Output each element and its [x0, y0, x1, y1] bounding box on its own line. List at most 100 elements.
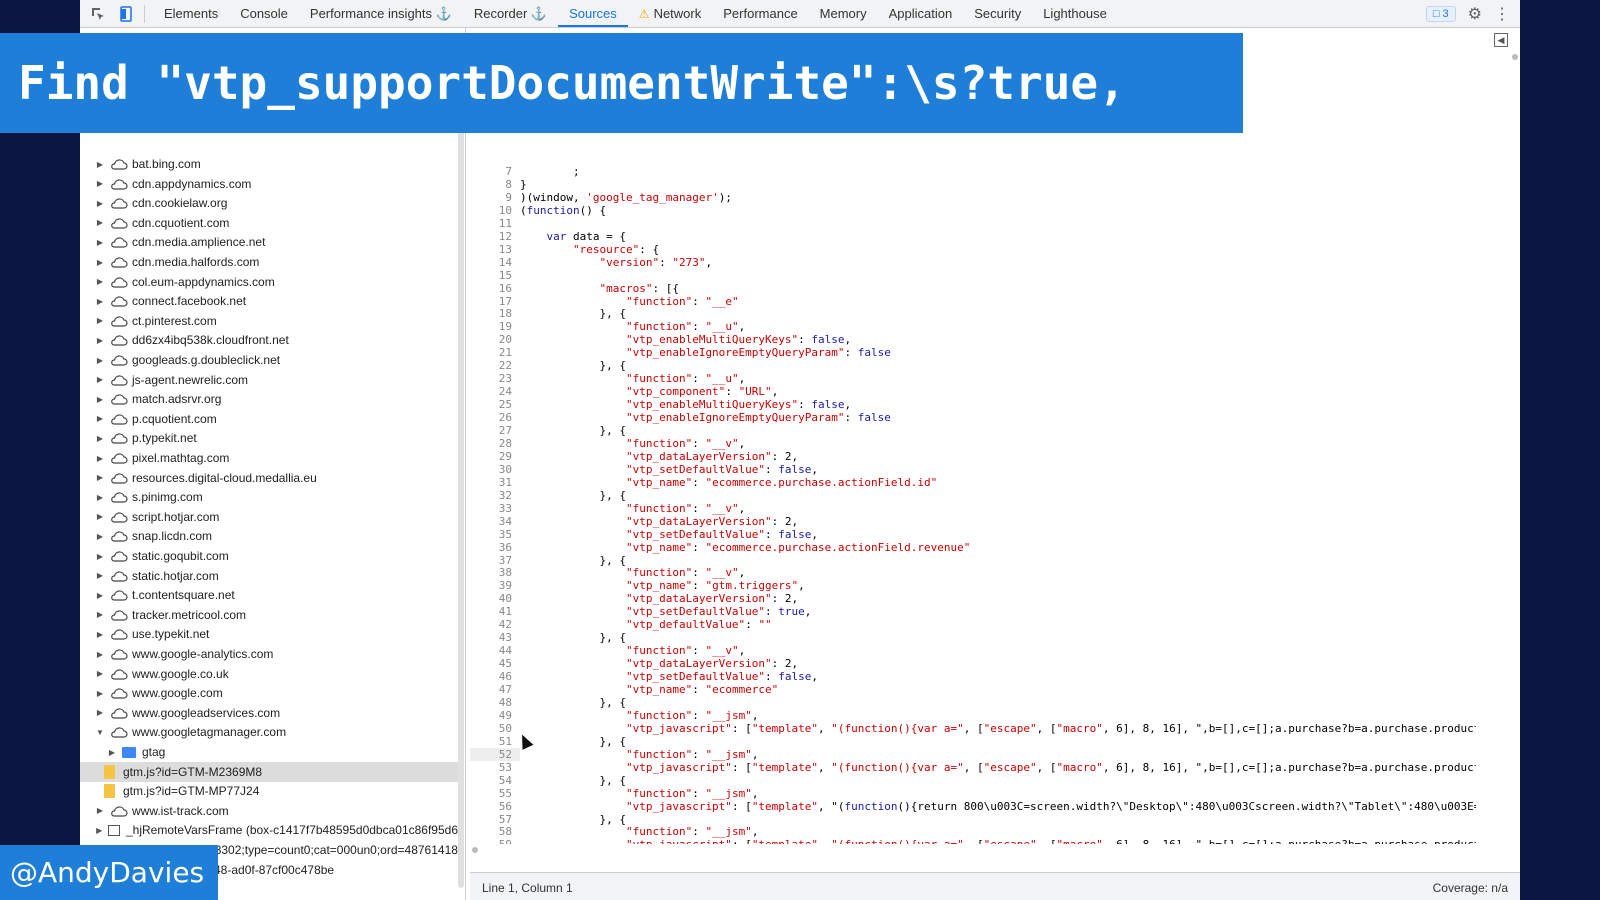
line-number[interactable]: 28 — [470, 437, 520, 450]
tree-domain[interactable]: ▶ ct.pinterest.com — [80, 311, 458, 331]
line-number[interactable]: 22 — [470, 359, 520, 372]
line-number[interactable]: 39 — [470, 579, 520, 592]
tree-file[interactable]: gtm.js?id=GTM-M2369M8 — [80, 761, 458, 782]
horizontal-scrollbar[interactable] — [470, 846, 1476, 854]
code-line[interactable]: 54 }, { — [470, 774, 1476, 787]
expand-arrow-icon[interactable]: ▶ — [94, 395, 106, 404]
tree-domain[interactable]: ▶ cdn.cquotient.com — [80, 213, 458, 233]
line-number[interactable]: 58 — [470, 825, 520, 838]
tree-domain[interactable]: ▶ js-agent.newrelic.com — [80, 370, 458, 390]
line-number[interactable]: 43 — [470, 631, 520, 644]
tree-domain[interactable]: ▶ static.hotjar.com — [80, 566, 458, 586]
line-number[interactable]: 11 — [470, 217, 520, 230]
expand-arrow-icon[interactable]: ▶ — [94, 512, 106, 521]
tree-domain[interactable]: ▶ www.google.com — [80, 683, 458, 703]
expand-arrow-icon[interactable]: ▶ — [94, 630, 106, 639]
expand-arrow-icon[interactable]: ▶ — [94, 199, 106, 208]
code-line[interactable]: 25 "vtp_enableMultiQueryKeys": false, — [470, 398, 1476, 411]
line-number[interactable]: 30 — [470, 463, 520, 476]
line-number[interactable]: 42 — [470, 618, 520, 631]
line-number[interactable]: 35 — [470, 528, 520, 541]
code-line[interactable]: 58 "function": "__jsm", — [470, 825, 1476, 838]
expand-arrow-icon[interactable]: ▶ — [94, 689, 106, 698]
tree-domain[interactable]: ▶ www.google-analytics.com — [80, 644, 458, 664]
line-number[interactable]: 17 — [470, 295, 520, 308]
code-line[interactable]: 30 "vtp_setDefaultValue": false, — [470, 463, 1476, 476]
expand-arrow-icon[interactable]: ▶ — [94, 356, 106, 365]
code-line[interactable]: 34 "vtp_dataLayerVersion": 2, — [470, 515, 1476, 528]
toggle-debugger-icon[interactable]: ◀ — [1494, 33, 1508, 47]
code-line[interactable]: 43 }, { — [470, 631, 1476, 644]
expand-arrow-icon[interactable]: ▶ — [94, 669, 106, 678]
code-line[interactable]: 56 "vtp_javascript": ["template", "(func… — [470, 800, 1476, 813]
code-line[interactable]: 57 }, { — [470, 813, 1476, 826]
code-line[interactable]: 13 "resource": { — [470, 243, 1476, 256]
code-line[interactable]: 40 "vtp_dataLayerVersion": 2, — [470, 592, 1476, 605]
tree-domain[interactable]: ▶ cdn.media.amplience.net — [80, 232, 458, 252]
line-number[interactable]: 18 — [470, 307, 520, 320]
line-number[interactable]: 16 — [470, 282, 520, 295]
code-line[interactable]: 41 "vtp_setDefaultValue": true, — [470, 605, 1476, 618]
line-number[interactable]: 14 — [470, 256, 520, 269]
tree-domain[interactable]: ▶ col.eum-appdynamics.com — [80, 272, 458, 292]
tree-domain[interactable]: ▶ googleads.g.doubleclick.net — [80, 350, 458, 370]
tree-domain-gtm[interactable]: ▼ www.googletagmanager.com — [80, 722, 458, 742]
code-line[interactable]: 52 "function": "__jsm", — [470, 747, 1476, 761]
code-line[interactable]: 38 "function": "__v", — [470, 566, 1476, 579]
tree-domain[interactable]: ▶ snap.licdn.com — [80, 526, 458, 546]
expand-arrow-icon[interactable]: ▶ — [94, 179, 106, 188]
code-editor[interactable]: 7 ; 8} 9)(window, 'google_tag_manager'); 10… — [470, 28, 1520, 872]
expand-arrow-icon[interactable]: ▶ — [106, 748, 118, 757]
tree-folder-gtag[interactable]: ▶ gtag — [80, 742, 458, 762]
code-line[interactable]: 12 var data = { — [470, 230, 1476, 243]
tree-domain[interactable]: ▶ p.typekit.net — [80, 428, 458, 448]
line-number[interactable]: 47 — [470, 683, 520, 696]
tree-domain[interactable]: ▶ www.googleadservices.com — [80, 703, 458, 723]
line-number[interactable]: 7 — [470, 165, 520, 178]
line-number[interactable]: 55 — [470, 787, 520, 800]
code-line[interactable]: 29 "vtp_dataLayerVersion": 2, — [470, 450, 1476, 463]
expand-arrow-icon[interactable]: ▶ — [94, 473, 106, 482]
issues-badge[interactable]: □ 3 — [1425, 5, 1456, 22]
expand-arrow-icon[interactable]: ▶ — [94, 316, 106, 325]
expand-arrow-icon[interactable]: ▶ — [94, 806, 106, 815]
line-number[interactable]: 24 — [470, 385, 520, 398]
tree-domain[interactable]: ▶ connect.facebook.net — [80, 291, 458, 311]
code-line[interactable]: 59 "vtp_javascript": ["template", "(func… — [470, 838, 1476, 844]
line-number[interactable]: 8 — [470, 178, 520, 191]
expand-arrow-icon[interactable]: ▶ — [94, 610, 106, 619]
line-number[interactable]: 37 — [470, 554, 520, 567]
line-number[interactable]: 25 — [470, 398, 520, 411]
line-number[interactable]: 33 — [470, 502, 520, 515]
code-line[interactable]: 26 "vtp_enableIgnoreEmptyQueryParam": fa… — [470, 411, 1476, 424]
line-number[interactable]: 23 — [470, 372, 520, 385]
tree-domain[interactable]: ▶ www.ist-track.com — [80, 801, 458, 821]
tree-domain[interactable]: ▶ script.hotjar.com — [80, 507, 458, 527]
tree-domain[interactable]: ▶ pixel.mathtag.com — [80, 448, 458, 468]
expand-arrow-icon[interactable]: ▶ — [94, 552, 106, 561]
expand-arrow-icon[interactable]: ▶ — [94, 258, 106, 267]
device-toolbar-icon[interactable] — [116, 4, 136, 24]
tree-domain[interactable]: ▶ bat.bing.com — [80, 154, 458, 174]
line-number[interactable]: 32 — [470, 489, 520, 502]
code-line[interactable]: 8} — [470, 178, 1476, 191]
line-number[interactable]: 26 — [470, 411, 520, 424]
tree-domain[interactable]: ▶ static.goqubit.com — [80, 546, 458, 566]
tab-network[interactable]: ⚠ Network — [628, 0, 712, 27]
line-number[interactable]: 20 — [470, 333, 520, 346]
code-line[interactable]: 39 "vtp_name": "gtm.triggers", — [470, 579, 1476, 592]
line-number[interactable]: 53 — [470, 761, 520, 774]
code-line[interactable]: 33 "function": "__v", — [470, 502, 1476, 515]
tab-console[interactable]: Console — [229, 0, 299, 27]
line-number[interactable]: 19 — [470, 320, 520, 333]
tab-memory[interactable]: Memory — [809, 0, 878, 27]
collapse-arrow-icon[interactable]: ▼ — [94, 728, 106, 737]
tree-domain[interactable]: ▶ cdn.cookielaw.org — [80, 193, 458, 213]
expand-arrow-icon[interactable]: ▶ — [94, 414, 106, 423]
code-line[interactable]: 47 "vtp_name": "ecommerce" — [470, 683, 1476, 696]
code-line[interactable]: 15 — [470, 269, 1476, 282]
line-number[interactable]: 40 — [470, 592, 520, 605]
tab-security[interactable]: Security — [963, 0, 1032, 27]
expand-arrow-icon[interactable]: ▶ — [94, 826, 104, 835]
line-number[interactable]: 36 — [470, 541, 520, 554]
